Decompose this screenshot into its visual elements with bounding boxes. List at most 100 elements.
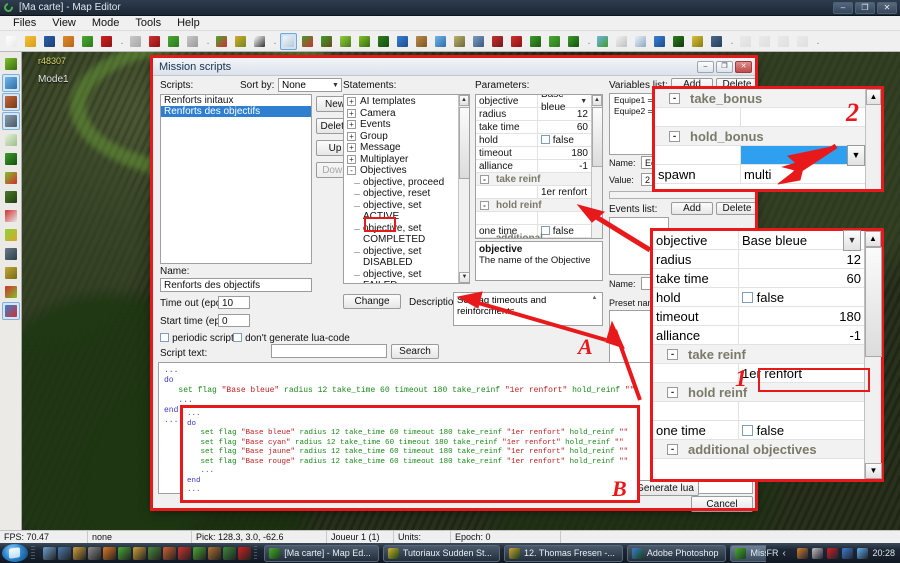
align-right-icon[interactable] — [775, 33, 792, 50]
taskbar-clock[interactable]: 20:28 — [872, 548, 895, 558]
sync-icon[interactable] — [177, 546, 191, 560]
zoom-param-scroll-down-button[interactable]: ▼ — [865, 463, 882, 479]
parameter-value[interactable] — [538, 212, 591, 224]
media-icon[interactable] — [57, 546, 71, 560]
menu-files[interactable]: Files — [6, 16, 43, 30]
marker-tool[interactable] — [2, 207, 20, 225]
erase-icon[interactable] — [184, 33, 201, 50]
dialog-close-button[interactable]: ✕ — [735, 60, 752, 73]
chevron-down-icon[interactable]: ▼ — [580, 95, 588, 108]
parameter-value[interactable]: false — [739, 288, 864, 306]
network-icon[interactable] — [842, 547, 854, 559]
group-expander-icon[interactable]: - — [480, 174, 489, 184]
parameter-value[interactable]: 180 — [739, 307, 864, 325]
vehicle-tool[interactable] — [2, 264, 20, 282]
tree-expander-icon[interactable]: + — [347, 131, 356, 141]
cursor-select-icon[interactable] — [280, 32, 297, 50]
align-center-icon[interactable] — [756, 33, 773, 50]
scroll-up-button[interactable]: ▲ — [459, 95, 469, 106]
fuel-icon[interactable] — [508, 33, 525, 50]
open-folder-icon[interactable] — [22, 33, 39, 50]
starttime-input[interactable]: 0 — [218, 314, 250, 327]
tree-leaf-objective-set-failed[interactable]: objective, set FAILED — [344, 269, 458, 283]
parameter-row[interactable]: one time false — [653, 421, 864, 440]
mission-scripts-task[interactable]: Mission scripts — [730, 544, 767, 562]
tree-leaf-objective-reset[interactable]: objective, reset — [344, 188, 458, 200]
parameter-row[interactable]: - hold_bonus — [655, 127, 865, 146]
checkbox-icon[interactable] — [742, 425, 753, 436]
tree-node[interactable]: + Group — [344, 131, 458, 143]
unit-icon[interactable] — [670, 33, 687, 50]
show-desktop-icon[interactable] — [42, 546, 56, 560]
camera-tool[interactable] — [2, 245, 20, 263]
flag-green-icon[interactable] — [565, 33, 582, 50]
parameter-value[interactable]: false — [739, 421, 864, 439]
script-list-item[interactable]: Renforts des objectifs — [161, 106, 311, 117]
checkbox-icon[interactable] — [742, 292, 753, 303]
window-close-button[interactable]: ✕ — [877, 1, 897, 14]
folder-icon[interactable] — [162, 546, 176, 560]
tree-expander-icon[interactable]: + — [347, 120, 356, 130]
dialog-maximize-button[interactable]: ❐ — [716, 60, 733, 73]
menu-view[interactable]: View — [45, 16, 83, 30]
window-minimize-button[interactable]: – — [833, 1, 853, 14]
mail-icon[interactable] — [132, 546, 146, 560]
parameter-value[interactable]: -1 — [739, 326, 864, 344]
brush-icon[interactable] — [337, 33, 354, 50]
tree-node[interactable]: + AI templates — [344, 96, 458, 108]
parameter-row[interactable]: timeout 180 — [476, 147, 591, 160]
tree-expander-icon[interactable]: + — [347, 154, 356, 164]
rock-icon[interactable] — [451, 33, 468, 50]
home-icon[interactable] — [60, 33, 77, 50]
water-icon[interactable] — [394, 33, 411, 50]
terrain-paint-icon[interactable] — [213, 33, 230, 50]
menu-tools[interactable]: Tools — [128, 16, 168, 30]
align-left-icon[interactable] — [737, 33, 754, 50]
generate-lua-button[interactable]: Generate lua — [631, 480, 699, 496]
grass-icon[interactable] — [356, 33, 373, 50]
param-scrollbar-thumb[interactable] — [592, 107, 602, 167]
group-expander-icon[interactable]: - — [669, 130, 680, 142]
taskbar-grip[interactable] — [31, 545, 35, 561]
group-expander-icon[interactable]: - — [669, 92, 680, 104]
taskbar-grip-2[interactable] — [253, 545, 258, 561]
window-maximize-button[interactable]: ❐ — [855, 1, 875, 14]
align-block-icon[interactable] — [794, 33, 811, 50]
parameter-row[interactable]: timeout 180 — [653, 307, 864, 326]
parameter-row[interactable]: hold false — [653, 288, 864, 307]
tree-node[interactable]: + Events — [344, 119, 458, 131]
shield-red-icon[interactable] — [237, 546, 251, 560]
menu-help[interactable]: Help — [170, 16, 207, 30]
recycle-icon[interactable] — [222, 546, 236, 560]
refresh-icon[interactable] — [117, 546, 131, 560]
chevron-down-icon[interactable]: ▼ — [847, 144, 865, 166]
tutorials-task[interactable]: Tutoriaux Sudden St... — [382, 544, 501, 562]
paint-icon[interactable] — [207, 546, 221, 560]
scrollbar-thumb[interactable] — [459, 107, 469, 179]
parameter-value[interactable]: 60 — [739, 269, 864, 287]
zones-tool[interactable] — [2, 169, 20, 187]
sort-by-combo[interactable]: None ▼ — [278, 78, 342, 92]
zoom-card-script-b[interactable]: ... do set flag "Base bleue" radius 12 ta… — [180, 405, 640, 503]
install-icon[interactable] — [147, 546, 161, 560]
dialog-minimize-button[interactable]: – — [697, 60, 714, 73]
parameter-value[interactable]: false — [538, 134, 591, 146]
building-icon[interactable] — [470, 33, 487, 50]
parameters-scrollbar[interactable]: ▲ — [591, 95, 602, 238]
statements-tree[interactable]: + AI templates + Camera + Events + Group + Messag… — [344, 95, 458, 283]
scroll-down-button[interactable]: ▼ — [459, 272, 469, 283]
globe-icon[interactable] — [651, 33, 668, 50]
save-icon[interactable] — [41, 33, 58, 50]
cancel-button[interactable]: Cancel — [691, 496, 753, 512]
tree-node[interactable]: + Camera — [344, 108, 458, 120]
volume-icon[interactable] — [857, 547, 869, 559]
group-expander-icon[interactable]: - — [667, 443, 678, 455]
checkbox-icon[interactable] — [541, 135, 550, 144]
shield-icon[interactable] — [527, 33, 544, 50]
picture-icon[interactable] — [689, 33, 706, 50]
events-delete-button[interactable]: Delete — [716, 202, 758, 215]
zoom-card-parameters[interactable]: objective Base bleue ▼ radius 12 take time 60 h… — [650, 228, 884, 482]
timeout-input[interactable]: 10 — [218, 296, 250, 309]
vegetation-bush-icon[interactable] — [299, 33, 316, 50]
spawn-tool[interactable] — [2, 226, 20, 244]
